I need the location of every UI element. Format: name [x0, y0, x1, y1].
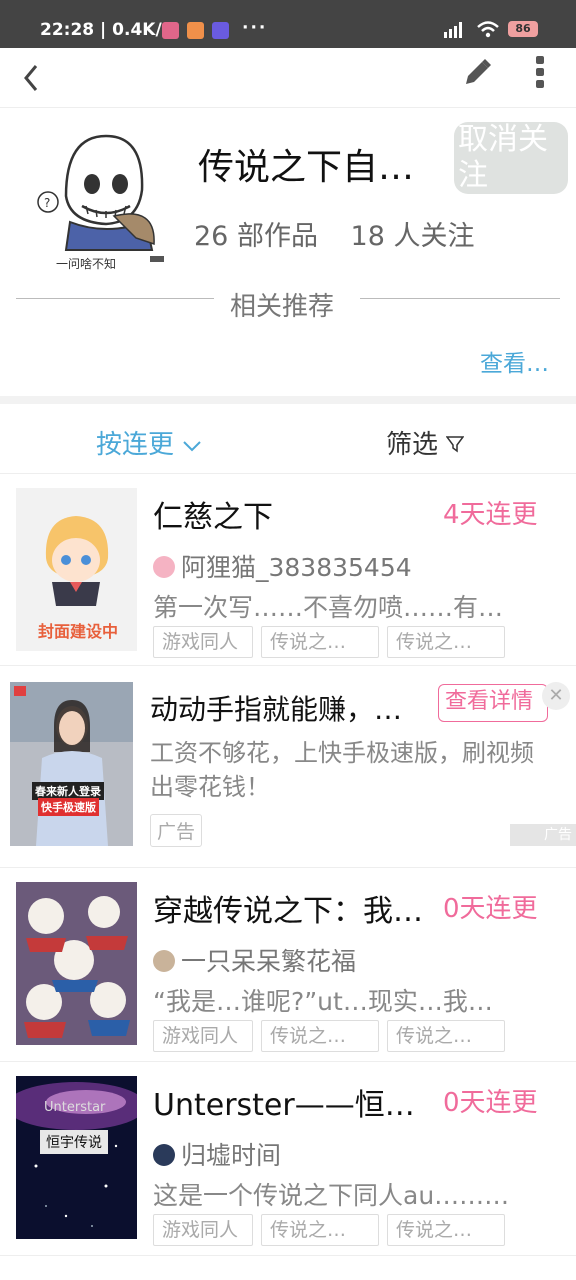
app-notification-icon — [187, 22, 204, 39]
collection-avatar: ? 一问啥不知 — [26, 126, 176, 276]
list-item[interactable]: 封面建设中 仁慈之下 4天连更 阿狸猫_383835454 第一次写……不喜勿喷… — [0, 474, 576, 666]
list-item[interactable]: 穿越传说之下：我… 0天连更 一只呆呆繁花福 “我是…谁呢?”ut…现实…我… … — [0, 868, 576, 1062]
sort-bar: 按连更 筛选 — [0, 404, 576, 474]
app-notification-icon — [212, 22, 229, 39]
book-cover: 封面建设中 — [16, 488, 137, 651]
ad-mark: 广告 — [510, 824, 576, 846]
system-icons: 86 — [442, 20, 538, 38]
divider-line — [360, 298, 560, 299]
chevron-down-icon — [183, 441, 201, 452]
related-label: 相关推荐 — [230, 292, 335, 322]
ad-cover: 春来新人登录 快手极速版 — [10, 682, 133, 846]
item-title: 穿越传说之下：我… — [153, 894, 423, 929]
book-cover: Unterstar 恒宇传说 — [16, 1076, 137, 1239]
see-more-link[interactable]: 查看… — [480, 344, 549, 378]
tag: 传说之… — [387, 1020, 505, 1052]
tag-list: 游戏同人 传说之… 传说之… — [153, 1020, 505, 1052]
cover-caption: 恒宇传说 — [40, 1130, 108, 1154]
more-notifications-icon: ··· — [242, 18, 268, 38]
follower-count: 18 人关注 — [350, 221, 475, 252]
ad-cover-caption: 快手极速版 — [38, 798, 99, 816]
notification-icons — [162, 22, 229, 39]
item-author: 一只呆呆繁花福 — [153, 942, 356, 978]
update-status: 4天连更 — [443, 500, 538, 530]
signal-icon — [444, 22, 462, 38]
collection-header: ? 一问啥不知 传说之下自… 取消关注 26 部作品 18 人关注 相关推荐 查… — [0, 108, 576, 398]
item-description: 第一次写……不喜勿喷……有… — [153, 593, 504, 622]
collection-stats: 26 部作品 18 人关注 — [194, 214, 499, 253]
ad-illustration — [10, 682, 133, 846]
item-author: 阿狸猫_383835454 — [153, 548, 412, 584]
status-time: 22:28 | 0.4K/s — [40, 20, 172, 40]
filter-icon — [445, 436, 465, 453]
update-status: 0天连更 — [443, 894, 538, 924]
back-icon[interactable] — [20, 58, 44, 98]
author-name: 归墟时间 — [181, 1141, 282, 1170]
sort-dropdown[interactable]: 按连更 — [96, 424, 202, 461]
cover-caption: Unterstar — [44, 1100, 106, 1115]
item-description: “我是…谁呢?”ut…现实…我… — [153, 987, 493, 1016]
status-bar: 22:28 | 0.4K/s ··· 86 — [0, 0, 576, 48]
author-name: 一只呆呆繁花福 — [181, 947, 357, 976]
section-divider — [0, 396, 576, 404]
cover-illustration — [16, 882, 137, 1045]
author-avatar — [153, 950, 175, 972]
author-name: 阿狸猫_383835454 — [181, 553, 412, 582]
update-status: 0天连更 — [443, 1088, 538, 1118]
ad-tag: 广告 — [150, 814, 203, 847]
ad-detail-button[interactable]: 查看详情 — [438, 684, 548, 722]
tag: 传说之… — [387, 626, 505, 658]
item-title: 仁慈之下 — [153, 500, 273, 535]
ad-title: 动动手指就能赚，… — [150, 693, 403, 726]
related-section-divider: 相关推荐 — [16, 286, 560, 322]
tag-list: 游戏同人 传说之… 传说之… — [153, 626, 505, 658]
item-title: Unterster——恒… — [153, 1088, 415, 1123]
svg-text:?: ? — [44, 196, 50, 210]
battery-icon: 86 — [508, 21, 538, 37]
filter-button[interactable]: 筛选 — [386, 424, 465, 461]
ad-description: 工资不够花，上快手极速版，刷视频出零花钱！ — [150, 739, 534, 801]
tag: 游戏同人 — [153, 1214, 253, 1246]
edit-icon[interactable] — [462, 56, 492, 92]
top-bar — [0, 48, 576, 108]
tag-list: 游戏同人 传说之… 传说之… — [153, 1214, 505, 1246]
ad-item[interactable]: 春来新人登录 快手极速版 动动手指就能赚，… 查看详情 ✕ 工资不够花，上快手极… — [0, 666, 576, 868]
tag: 传说之… — [261, 626, 379, 658]
unfollow-button[interactable]: 取消关注 — [454, 122, 568, 194]
filter-label: 筛选 — [386, 430, 439, 460]
divider-line — [16, 298, 214, 299]
tag: 传说之… — [261, 1020, 379, 1052]
more-menu-icon[interactable] — [536, 56, 550, 92]
app-notification-icon — [162, 22, 179, 39]
item-description: 这是一个传说之下同人au……… — [153, 1181, 510, 1210]
tag: 传说之… — [387, 1214, 505, 1246]
collection-title: 传说之下自… — [198, 147, 415, 188]
book-cover — [16, 882, 137, 1045]
wifi-icon — [477, 21, 499, 38]
close-icon[interactable]: ✕ — [542, 682, 570, 710]
author-avatar — [153, 1144, 175, 1166]
list-item[interactable]: Unterstar 恒宇传说 Unterster——恒… 0天连更 归墟时间 这… — [0, 1062, 576, 1256]
tag: 传说之… — [261, 1214, 379, 1246]
cover-caption: 封面建设中 — [38, 622, 119, 641]
item-author: 归墟时间 — [153, 1136, 281, 1172]
sort-label: 按连更 — [96, 430, 175, 460]
tag: 游戏同人 — [153, 626, 253, 658]
tag: 游戏同人 — [153, 1020, 253, 1052]
svg-text:一问啥不知: 一问啥不知 — [56, 256, 116, 271]
works-count: 26 部作品 — [194, 221, 318, 252]
author-avatar — [153, 556, 175, 578]
